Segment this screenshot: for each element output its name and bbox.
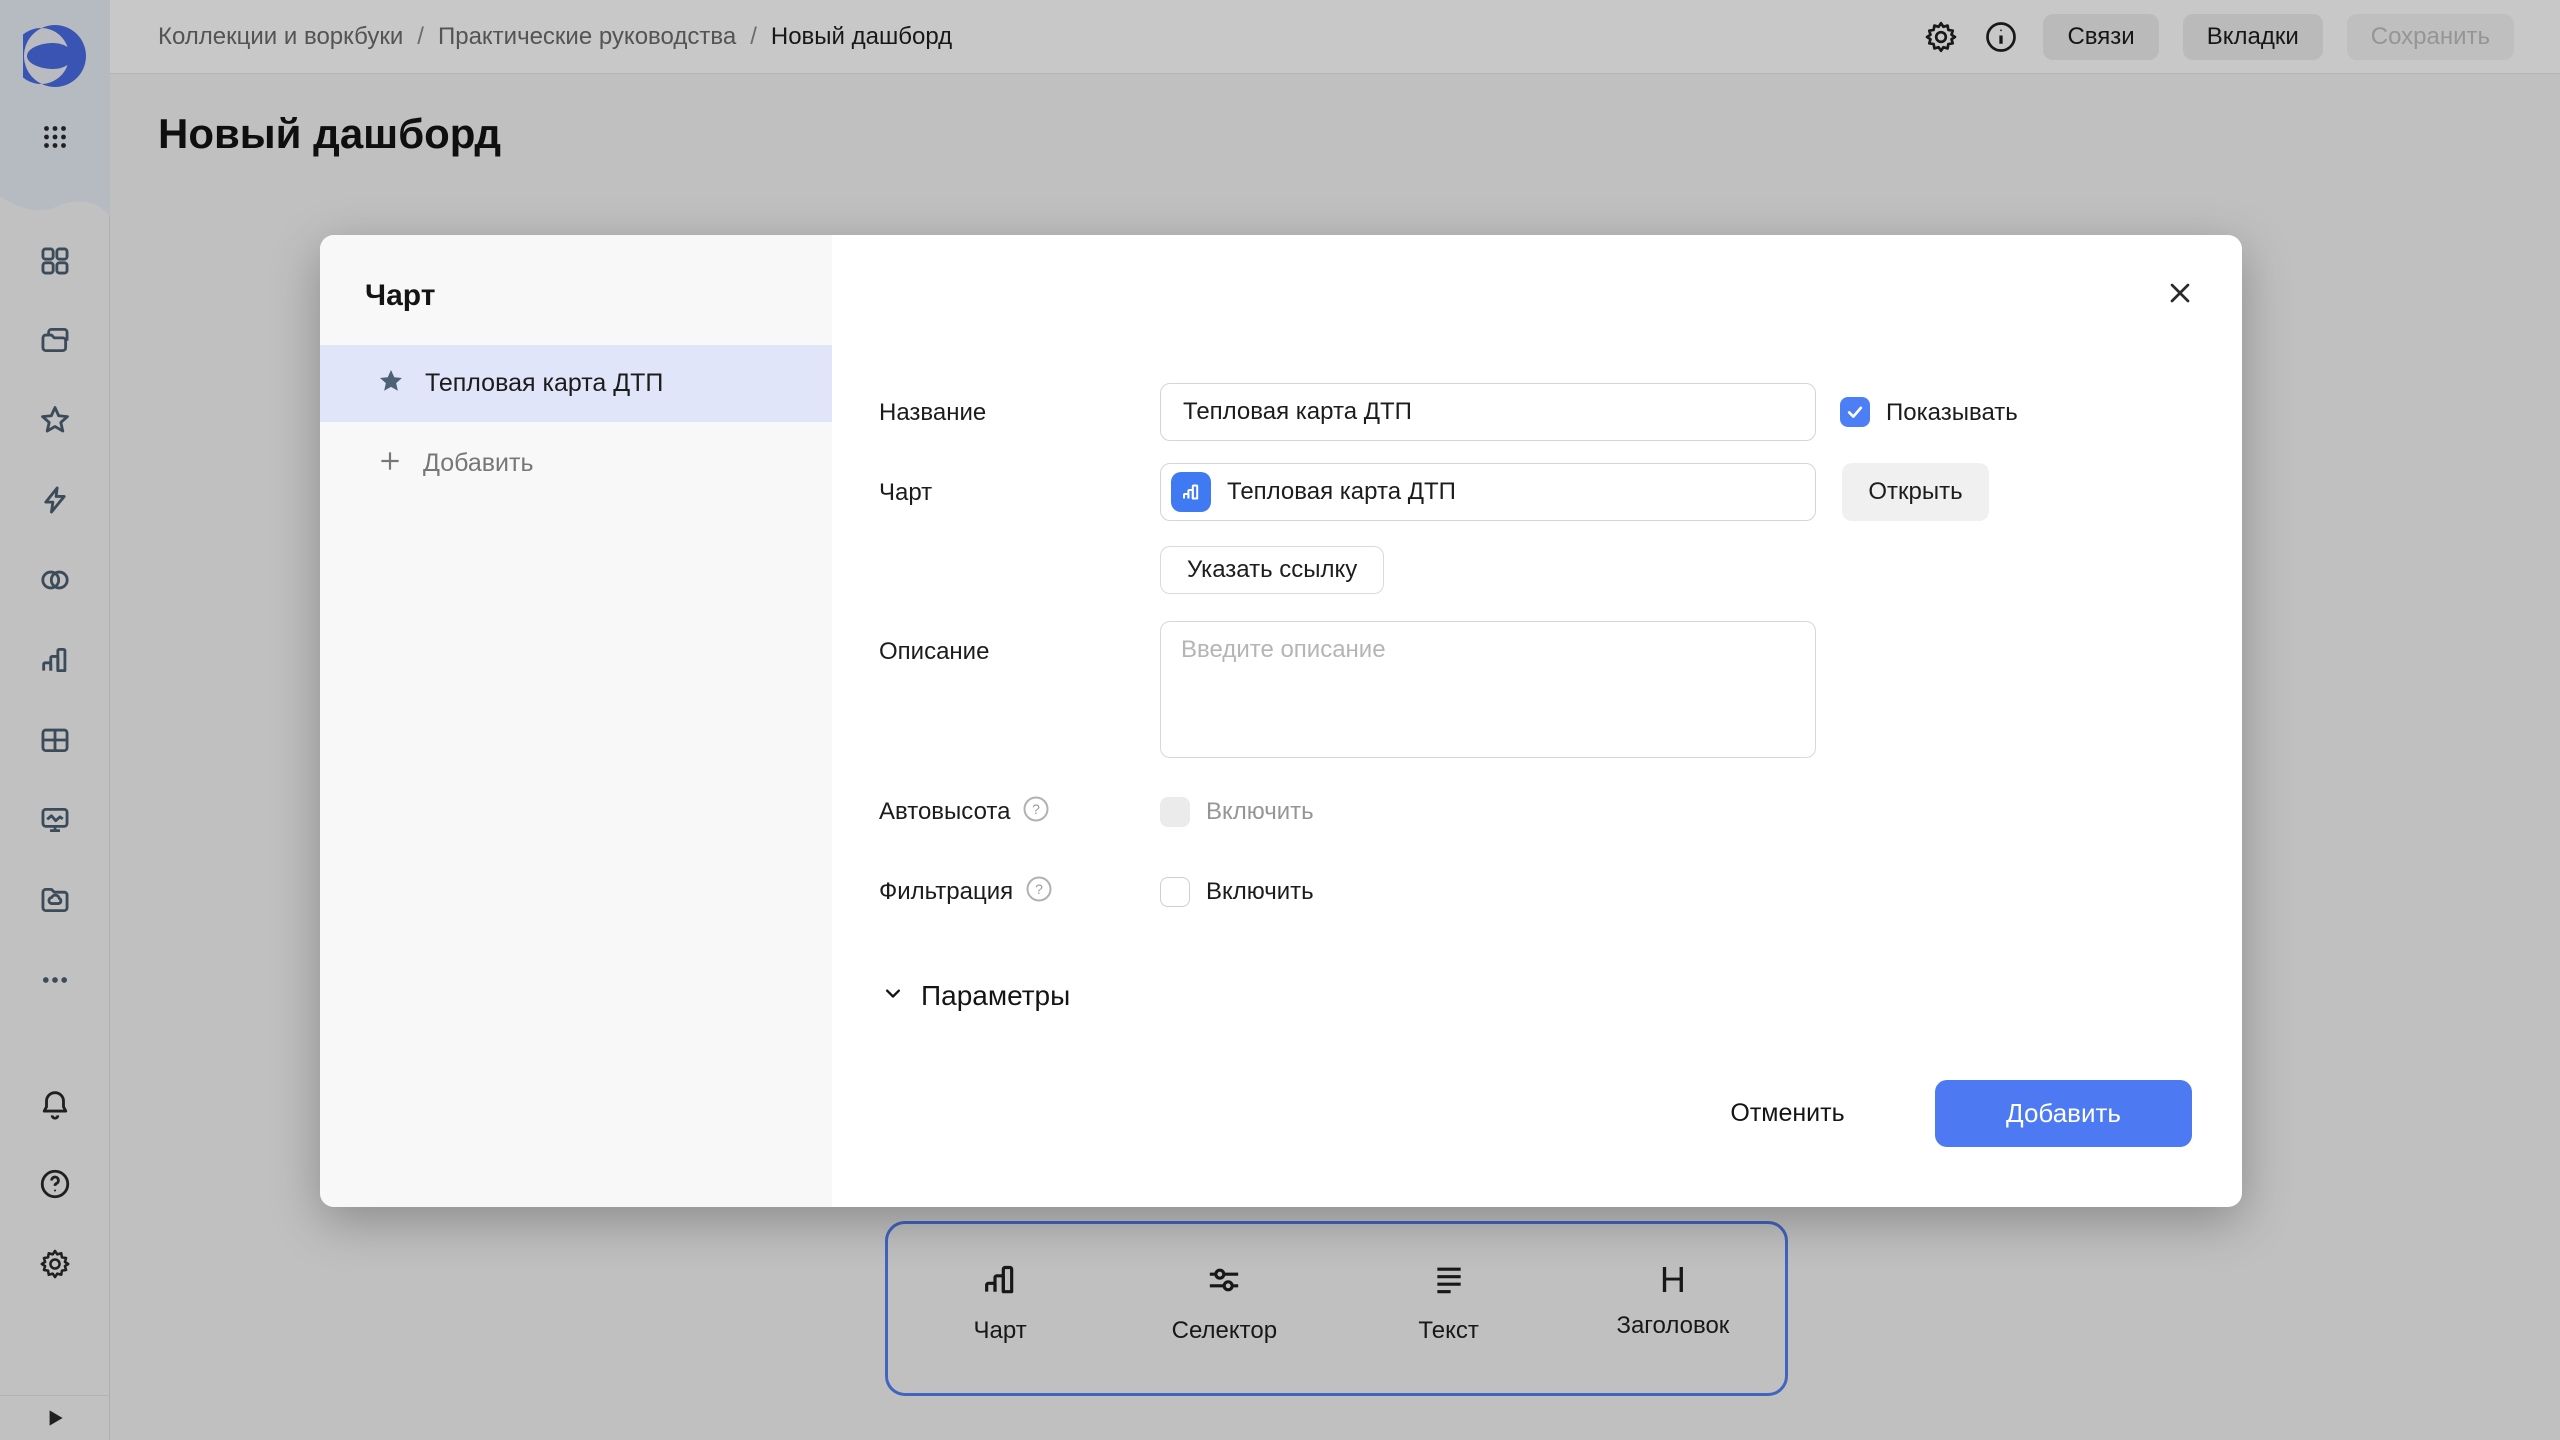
open-chart-button[interactable]: Открыть	[1842, 463, 1989, 521]
add-tab-button[interactable]: Добавить	[320, 433, 832, 493]
add-tab-label: Добавить	[423, 449, 534, 478]
chevron-down-icon	[879, 979, 907, 1012]
dialog-title: Чарт	[365, 279, 435, 313]
chart-tab-item[interactable]: Тепловая карта ДТП	[320, 345, 832, 422]
parameters-section-label: Параметры	[921, 980, 1070, 1012]
chart-type-icon	[1171, 472, 1211, 512]
filtering-checkbox[interactable]	[1160, 877, 1190, 907]
chart-select-input[interactable]: Тепловая карта ДТП	[1160, 463, 1816, 521]
chart-select-value: Тепловая карта ДТП	[1227, 478, 1456, 506]
plus-icon	[377, 448, 403, 479]
show-title-checkbox[interactable]	[1840, 397, 1870, 427]
svg-text:?: ?	[1033, 801, 1041, 817]
svg-text:?: ?	[1035, 881, 1043, 897]
dialog-tabs-panel: Чарт Тепловая карта ДТП Добавить	[320, 235, 832, 1207]
chart-field-label: Чарт	[879, 478, 932, 508]
chart-tab-label: Тепловая карта ДТП	[425, 369, 663, 398]
filtering-field-label: Фильтрация ?	[879, 877, 1053, 907]
name-field-label: Название	[879, 398, 986, 428]
help-icon[interactable]: ?	[1025, 875, 1053, 910]
show-title-label: Показывать	[1886, 398, 2018, 428]
close-icon[interactable]	[2162, 275, 2198, 311]
star-icon	[377, 367, 405, 400]
help-icon[interactable]: ?	[1022, 795, 1050, 830]
autoheight-field-label: Автовысота ?	[879, 797, 1050, 827]
autoheight-checkbox[interactable]	[1160, 797, 1190, 827]
description-textarea[interactable]	[1160, 621, 1816, 758]
check-icon	[1845, 402, 1865, 422]
specify-link-button[interactable]: Указать ссылку	[1160, 546, 1384, 594]
filtering-toggle-label: Включить	[1206, 877, 1314, 907]
autoheight-toggle-label: Включить	[1206, 797, 1314, 827]
parameters-section-toggle[interactable]: Параметры	[879, 979, 1070, 1012]
name-input[interactable]	[1160, 383, 1816, 441]
chart-widget-dialog: Чарт Тепловая карта ДТП Добавить Названи…	[320, 235, 2242, 1207]
description-field-label: Описание	[879, 637, 989, 667]
cancel-button[interactable]: Отменить	[1715, 1085, 1860, 1141]
add-button[interactable]: Добавить	[1935, 1080, 2192, 1147]
